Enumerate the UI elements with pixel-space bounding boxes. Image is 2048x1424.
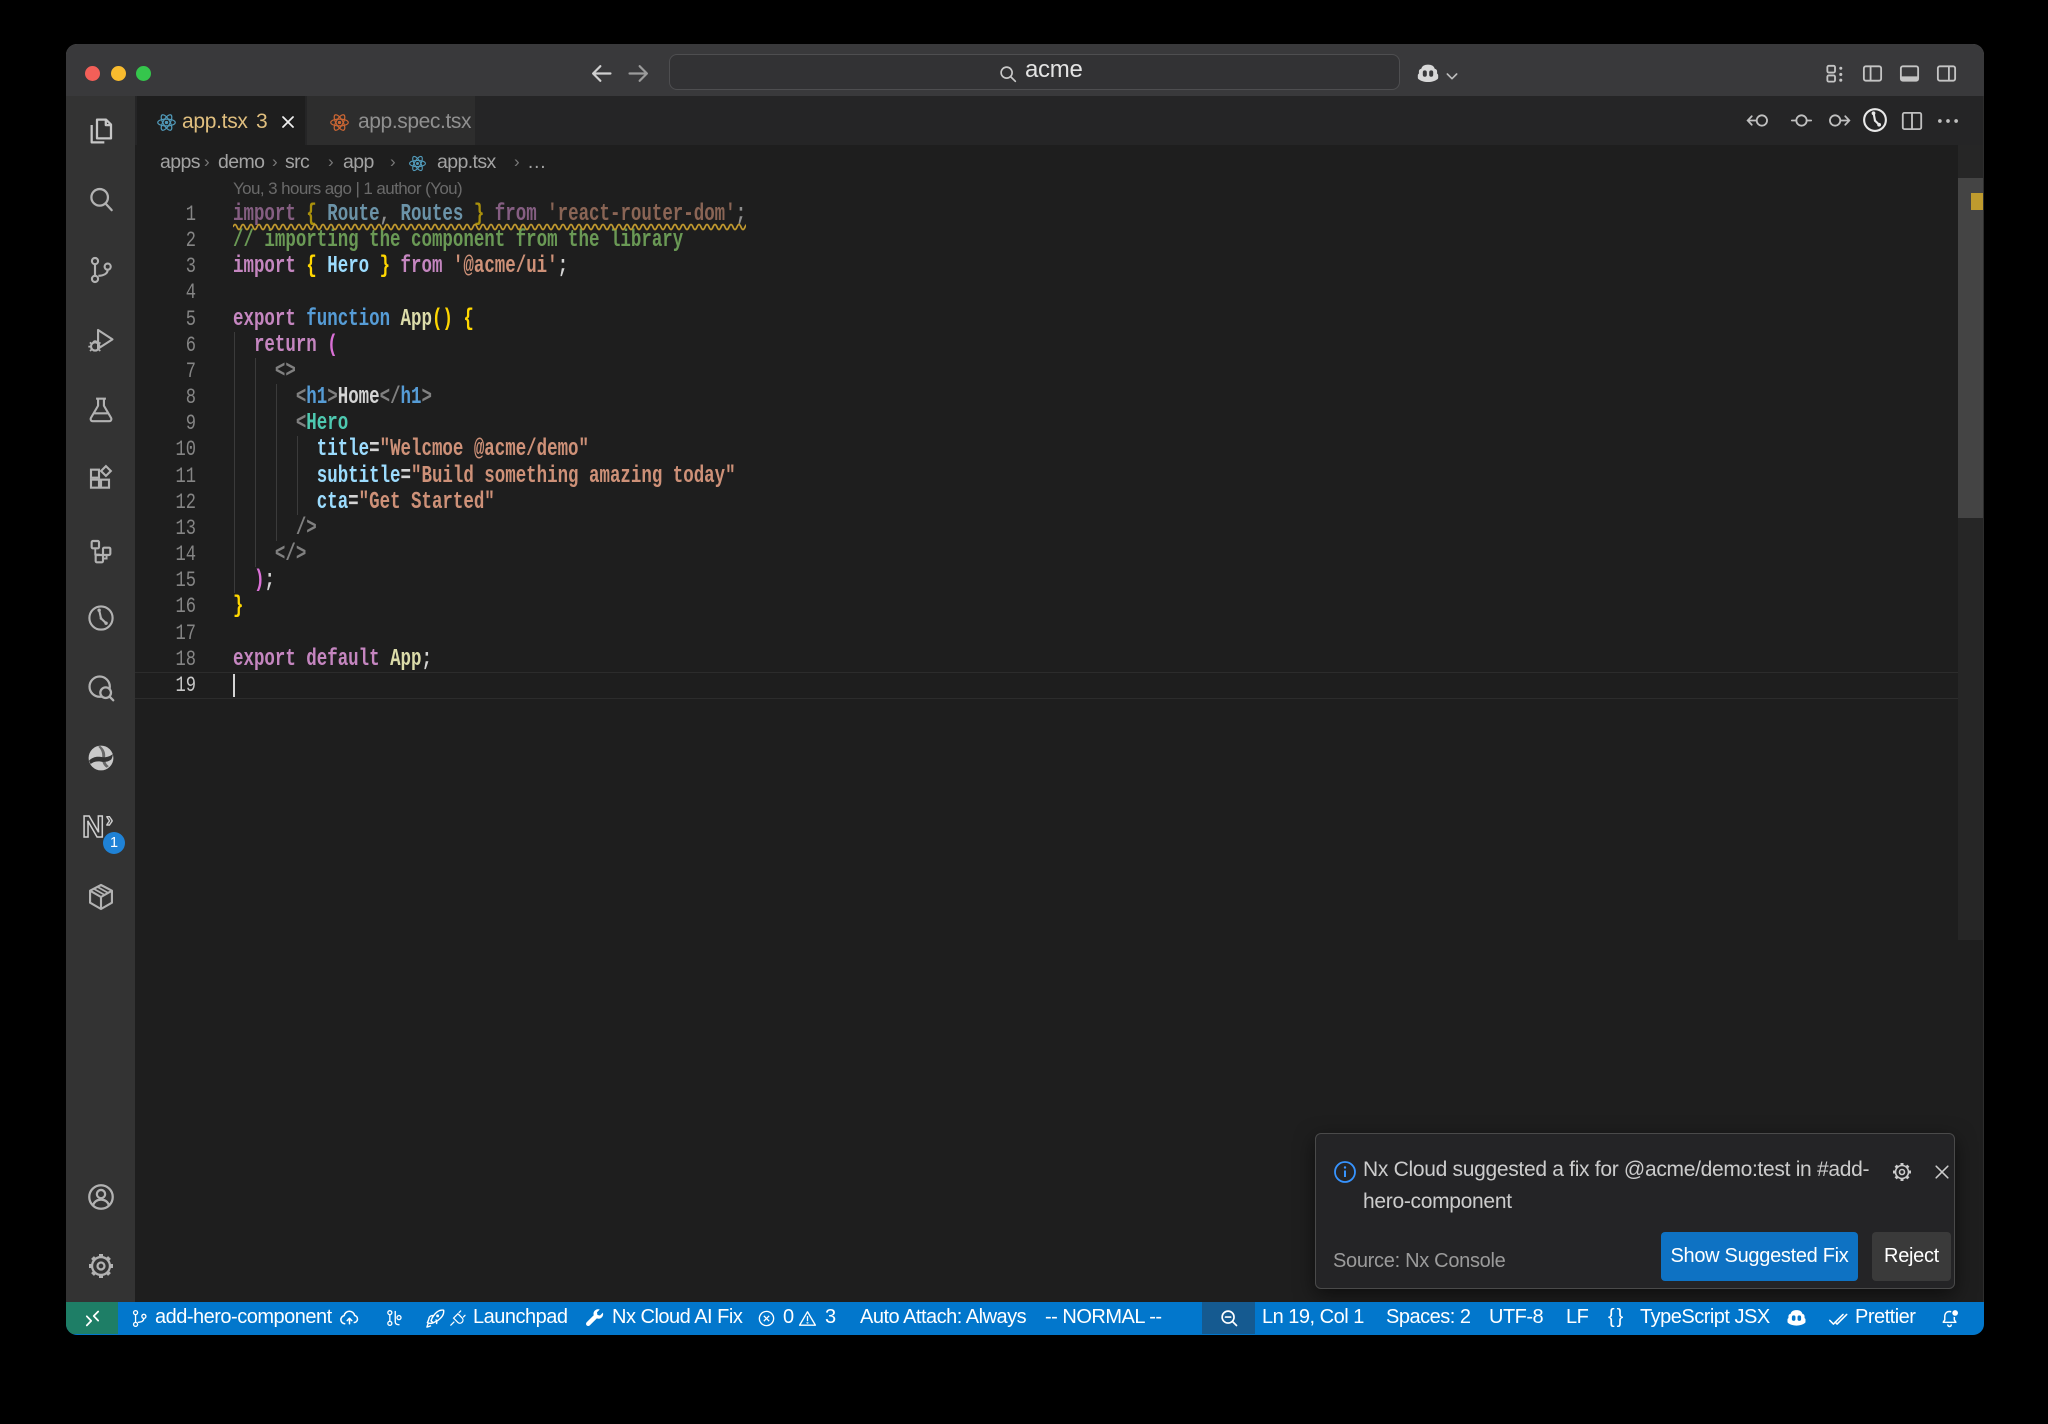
svg-text:›: › bbox=[106, 810, 113, 832]
svg-text:N: N bbox=[82, 810, 104, 844]
